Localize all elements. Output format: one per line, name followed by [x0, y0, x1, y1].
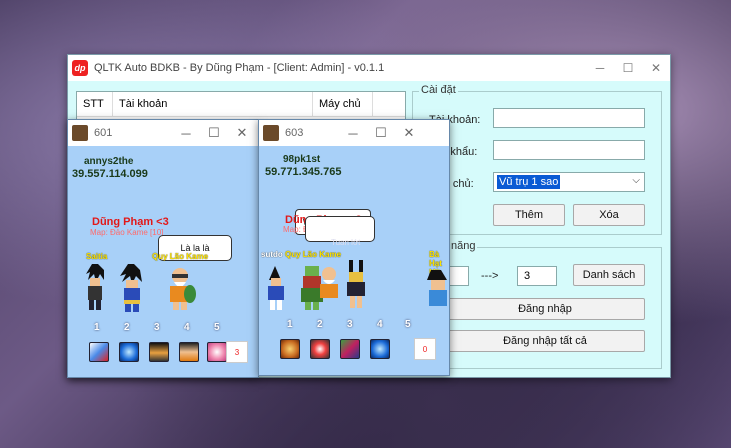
skill-slot-4-icon[interactable] — [179, 342, 199, 362]
player-gold: 39.557.114.099 — [72, 168, 148, 180]
maximize-button[interactable]: ☐ — [614, 55, 642, 81]
slot-number-5: 5 — [214, 322, 220, 333]
npc-label-4: Tuan lớt — [331, 238, 361, 247]
player-name: annys2the — [84, 156, 134, 167]
minimize-button[interactable]: ─ — [586, 55, 614, 81]
slot-number-4: 4 — [184, 322, 190, 333]
account-input[interactable] — [493, 108, 645, 128]
slot-number-3: 3 — [154, 322, 160, 333]
npc-label: Quy Lão Kame — [285, 250, 342, 259]
main-titlebar[interactable]: dp QLTK Auto BDKB - By Dũng Phạm - [Clie… — [68, 55, 670, 81]
game-titlebar[interactable]: 603 ─ ☐ ✕ — [259, 120, 449, 146]
slot-number-2: 2 — [317, 319, 323, 330]
main-window-title: QLTK Auto BDKB - By Dũng Phạm - [Client:… — [94, 62, 385, 74]
minimize-button[interactable]: ─ — [339, 120, 367, 146]
sprite-blackhair — [427, 270, 447, 306]
character-sprites — [86, 264, 196, 312]
npc-label: Quy Lão Kame — [152, 252, 209, 261]
skill-slot-2-icon[interactable] — [119, 342, 139, 362]
add-button[interactable]: Thêm — [493, 204, 565, 226]
password-input[interactable] — [493, 140, 645, 160]
sprite-bunny — [347, 260, 365, 308]
skill-slot-3-icon[interactable] — [149, 342, 169, 362]
game-avatar-icon — [72, 125, 88, 141]
sprite-namek — [301, 266, 323, 310]
maximize-button[interactable]: ☐ — [200, 120, 228, 146]
login-all-button[interactable]: Đăng nhập tất cả — [445, 330, 645, 352]
close-button[interactable]: ✕ — [395, 120, 423, 146]
settings-group-label: Cài đặt — [419, 84, 458, 96]
npc-label-3: sutdo — [261, 250, 283, 259]
map-name: Map: Đảo Kame [10] — [90, 228, 164, 237]
player-gold: 59.771.345.765 — [265, 166, 342, 178]
slot-number-1: 1 — [94, 322, 100, 333]
sprite-vegeta — [268, 266, 284, 310]
skill-slot-2-icon[interactable] — [310, 339, 330, 359]
skill-slot-1-icon[interactable] — [280, 339, 300, 359]
slot-number-1: 1 — [287, 319, 293, 330]
game-window-601[interactable]: 601 ─ ☐ ✕ annys2the 39.557.114.099 Dũng … — [67, 119, 259, 378]
skill-count-badge: 3 — [226, 341, 248, 363]
sprite-saiyan-2 — [120, 264, 142, 312]
slot-number-5: 5 — [405, 319, 411, 330]
slot-number-2: 2 — [124, 322, 130, 333]
npc-label-2: Saitia — [86, 252, 108, 261]
login-button[interactable]: Đăng nhập — [445, 298, 645, 320]
server-select[interactable]: Vũ trụ 1 sao ⌵ — [493, 172, 645, 192]
app-logo-icon: dp — [72, 60, 88, 76]
list-button[interactable]: Danh sách — [573, 264, 645, 286]
slot-number-3: 3 — [347, 319, 353, 330]
skill-slot-4-icon[interactable] — [370, 339, 390, 359]
column-account[interactable]: Tài khoản — [113, 92, 313, 116]
game-window-id: 601 — [94, 127, 113, 139]
sprite-roshi — [320, 267, 338, 298]
delete-button[interactable]: Xóa — [573, 204, 645, 226]
character-title: Dũng Phạm <3 — [92, 216, 169, 228]
skill-slot-5-icon[interactable] — [207, 342, 227, 362]
character-sprites — [268, 260, 447, 310]
close-button[interactable]: ✕ — [228, 120, 256, 146]
slot-number-4: 4 — [377, 319, 383, 330]
game-avatar-icon — [263, 125, 279, 141]
minimize-button[interactable]: ─ — [172, 120, 200, 146]
game-window-id: 603 — [285, 127, 304, 139]
close-button[interactable]: ✕ — [642, 55, 670, 81]
skill-slot-3-icon[interactable] — [340, 339, 360, 359]
skill-count-badge: 0 — [414, 338, 436, 360]
range-arrow: ---> — [481, 270, 499, 282]
game-window-603[interactable]: 603 ─ ☐ ✕ 98pk1st 59.771.345.765 Wow, se… — [258, 119, 450, 376]
chevron-down-icon: ⌵ — [632, 175, 640, 186]
skill-slot-1-icon[interactable] — [89, 342, 109, 362]
range-to-input[interactable]: 3 — [517, 266, 557, 286]
sprite-master-roshi — [170, 268, 196, 310]
player-name: 98pk1st — [283, 154, 321, 165]
maximize-button[interactable]: ☐ — [367, 120, 395, 146]
column-stt[interactable]: STT — [77, 92, 113, 116]
game-titlebar[interactable]: 601 ─ ☐ ✕ — [68, 120, 258, 146]
column-server[interactable]: Máy chủ — [313, 92, 373, 116]
server-selected-value: Vũ trụ 1 sao — [497, 175, 561, 189]
account-list-header: STT Tài khoản Máy chủ — [77, 92, 405, 117]
sprite-saiyan-1 — [86, 264, 104, 310]
